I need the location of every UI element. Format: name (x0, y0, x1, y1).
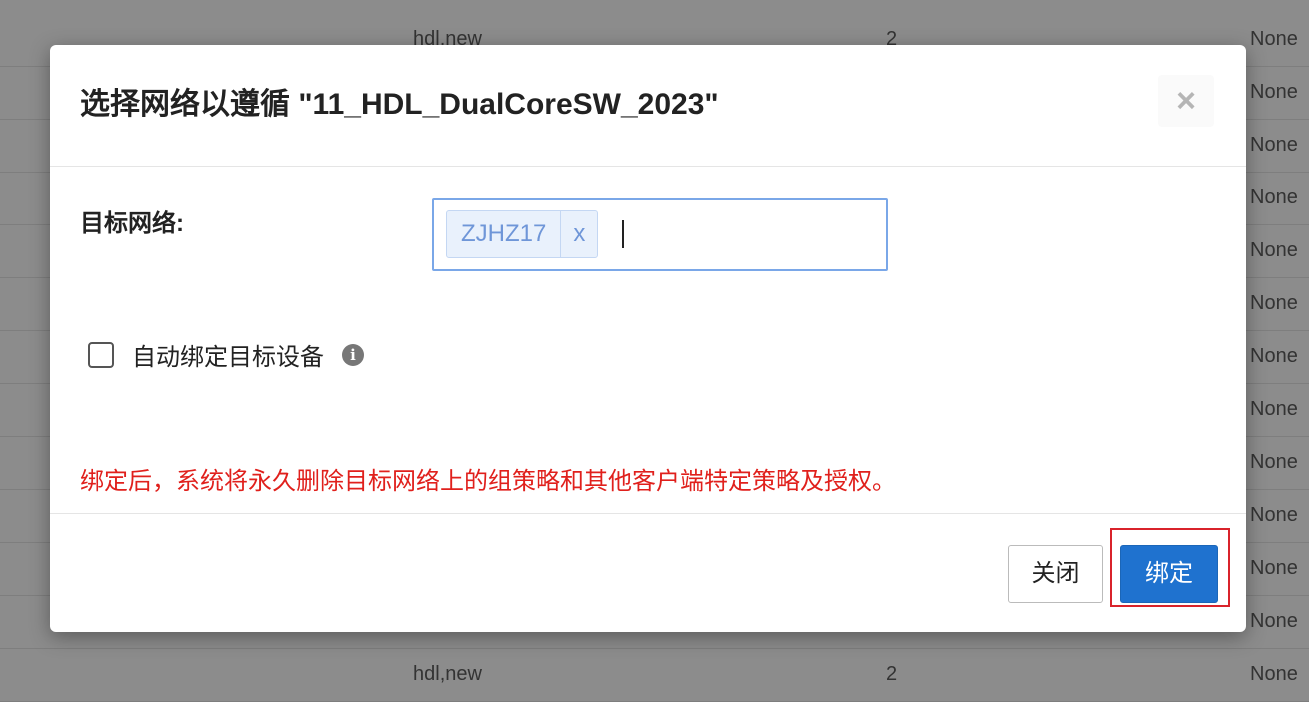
selected-network-tag: ZJHZ17 x (446, 210, 599, 258)
target-network-select[interactable]: ZJHZ17 x (432, 198, 888, 271)
close-button[interactable]: 关闭 (1008, 545, 1103, 603)
auto-bind-row: 自动绑定目标设备 i (88, 337, 364, 372)
warning-text: 绑定后，系统将永久删除目标网络上的组策略和其他客户端特定策略及授权。 (80, 468, 896, 495)
modal-footer: 关闭 绑定 (50, 513, 1246, 633)
tag-label: ZJHZ17 (461, 220, 547, 247)
follow-network-dialog: 选择网络以遵循 "11_HDL_DualCoreSW_2023" × 目标网络:… (50, 45, 1246, 632)
close-icon[interactable]: × (1158, 75, 1214, 127)
modal-title: 选择网络以遵循 "11_HDL_DualCoreSW_2023" (80, 88, 719, 121)
tag-remove-button[interactable]: x (560, 211, 597, 257)
modal-body: 目标网络: ZJHZ17 x 自动绑定目标设备 i 绑定后，系统将永久删除目标网… (50, 167, 1246, 513)
info-icon[interactable]: i (342, 343, 364, 366)
auto-bind-checkbox[interactable] (88, 341, 114, 368)
text-cursor (622, 220, 624, 248)
target-network-label: 目标网络: (80, 210, 184, 237)
modal-header: 选择网络以遵循 "11_HDL_DualCoreSW_2023" × (50, 45, 1246, 167)
bind-button-highlight (1110, 528, 1230, 607)
auto-bind-label[interactable]: 自动绑定目标设备 (132, 337, 324, 372)
